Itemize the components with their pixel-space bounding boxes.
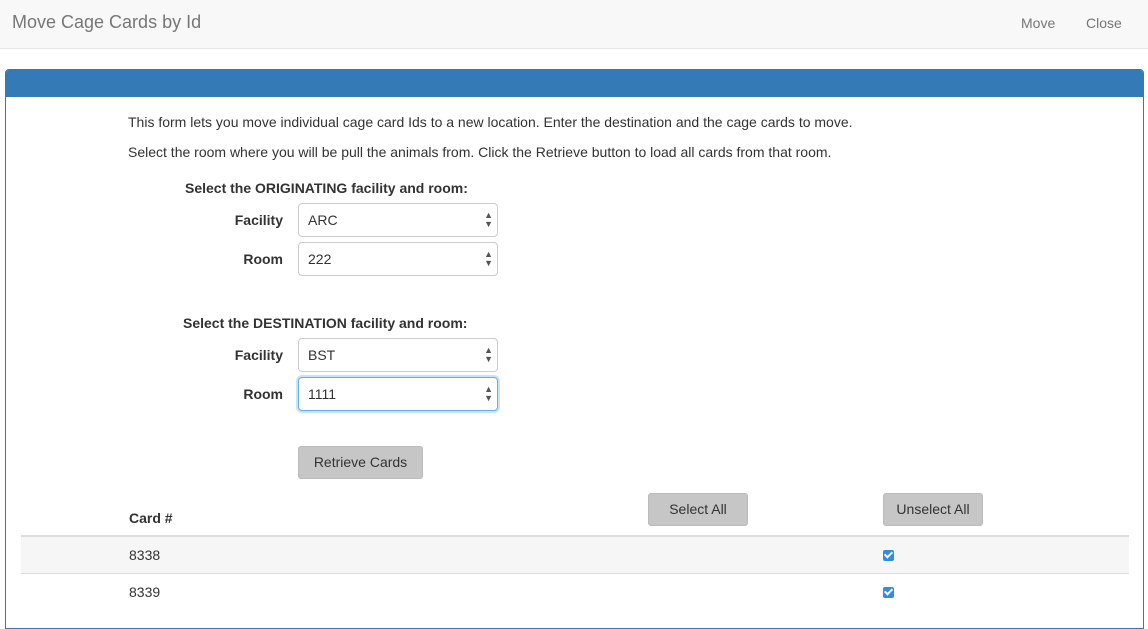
originating-facility-value: ARC (308, 212, 338, 228)
table-row: 8338 (21, 537, 1129, 574)
select-arrow-icon: ▲ ▼ (484, 384, 493, 403)
destination-heading: Select the DESTINATION facility and room… (183, 315, 468, 331)
select-arrow-icon: ▲ ▼ (484, 210, 493, 229)
card-id: 8338 (129, 547, 161, 563)
page-title: Move Cage Cards by Id (12, 12, 202, 32)
destination-room-label: Room (243, 386, 283, 402)
close-link[interactable]: Close (1086, 15, 1122, 31)
card-id: 8339 (129, 584, 161, 600)
select-arrow-icon: ▲ ▼ (484, 249, 493, 268)
select-arrow-icon: ▲ ▼ (484, 345, 493, 364)
originating-room-label: Room (243, 251, 283, 267)
destination-facility-value: BST (308, 347, 336, 363)
destination-room-value: 1111 (308, 386, 337, 402)
row-checkbox[interactable] (883, 587, 894, 598)
panel-heading (6, 70, 1143, 97)
destination-facility-label: Facility (234, 347, 283, 363)
originating-facility-label: Facility (234, 212, 283, 228)
originating-facility-select[interactable]: ARC ▲ ▼ (298, 203, 498, 237)
instruction-line-2: Select the room where you will be pull t… (128, 144, 832, 160)
table-row: 8339 (21, 574, 1129, 611)
row-checkbox[interactable] (883, 550, 894, 561)
move-link[interactable]: Move (1021, 15, 1055, 31)
unselect-all-button[interactable]: Unselect All (883, 493, 983, 526)
instruction-line-1: This form lets you move individual cage … (128, 114, 853, 130)
originating-room-select[interactable]: 222 ▲ ▼ (298, 242, 498, 276)
top-navbar: Move Cage Cards by Id Move Close (0, 0, 1148, 49)
originating-heading: Select the ORIGINATING facility and room… (185, 180, 468, 196)
card-number-header: Card # (129, 510, 173, 526)
originating-room-value: 222 (308, 251, 332, 267)
select-all-button[interactable]: Select All (648, 493, 748, 526)
retrieve-cards-button[interactable]: Retrieve Cards (298, 446, 423, 479)
destination-facility-select[interactable]: BST ▲ ▼ (298, 338, 498, 372)
destination-room-select[interactable]: 1111 ▲ ▼ (298, 377, 498, 411)
